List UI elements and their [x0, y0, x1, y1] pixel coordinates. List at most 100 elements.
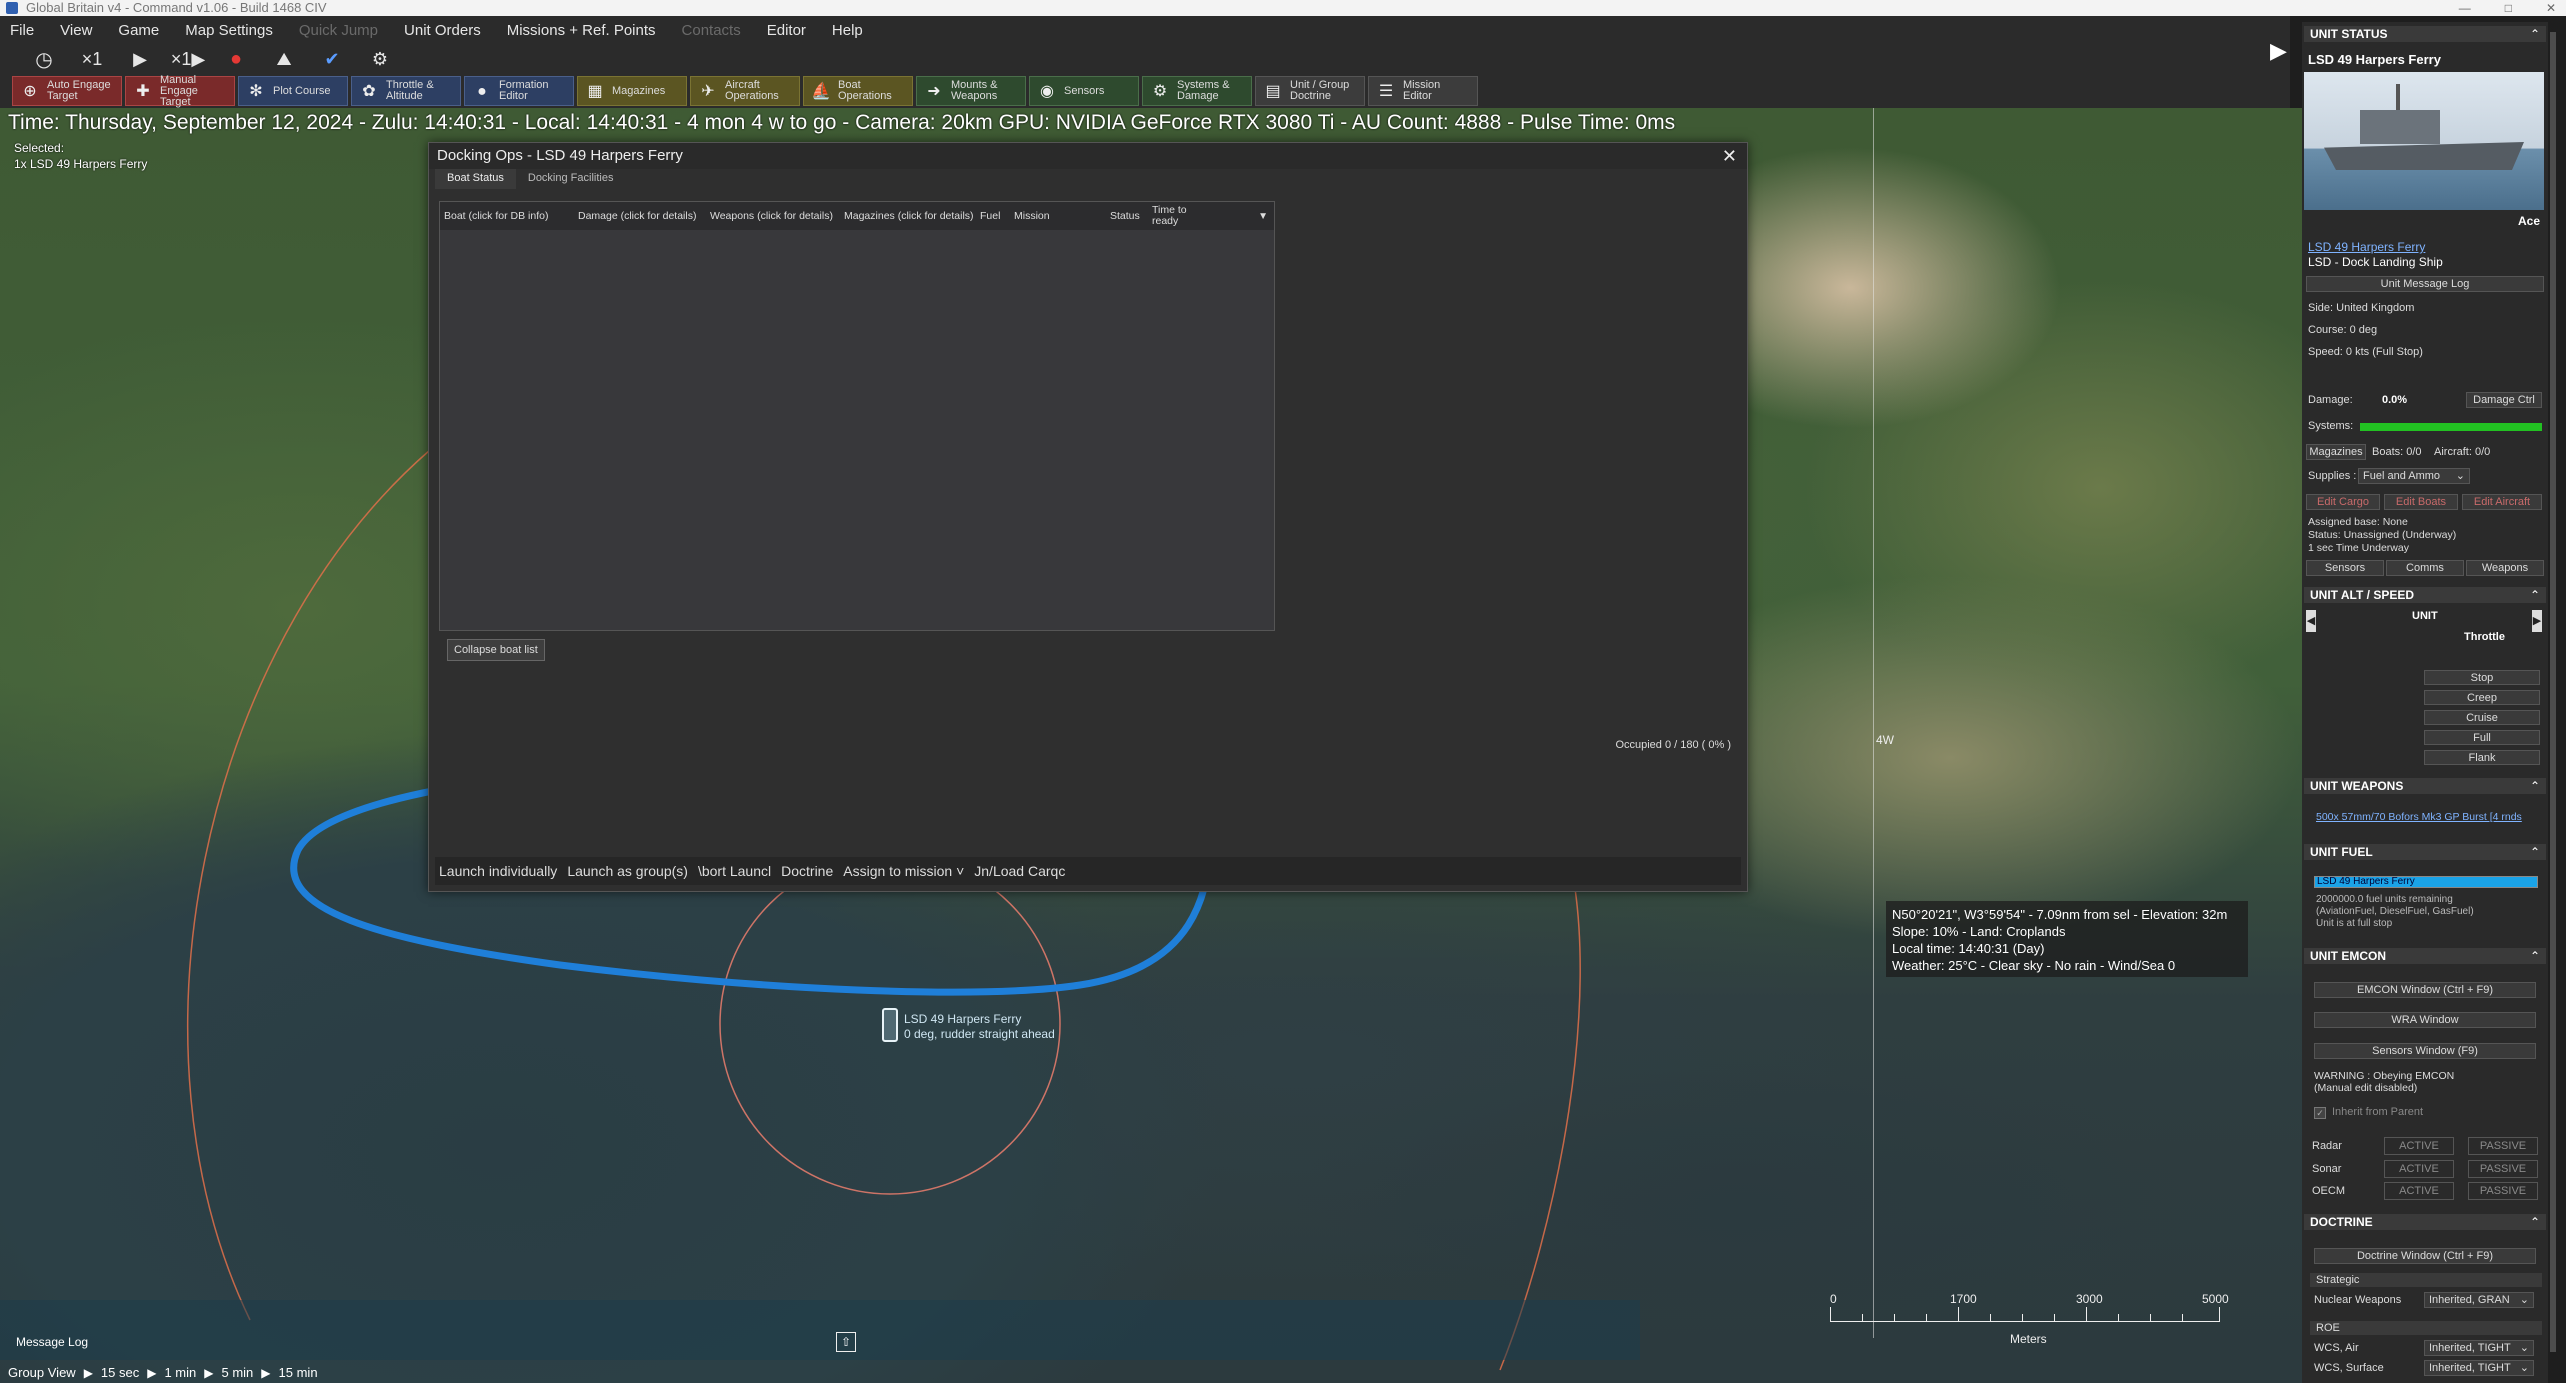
abort-launch-button[interactable]: \bort Launcl	[698, 863, 771, 879]
edit-boats-button[interactable]: Edit Boats	[2384, 494, 2458, 510]
interval-15sec[interactable]: 15 sec	[101, 1365, 139, 1380]
weapon-link[interactable]: 500x 57mm/70 Bofors Mk3 GP Burst [4 rnds	[2316, 811, 2542, 823]
plot-course-button[interactable]: ✻ Plot Course	[238, 76, 348, 106]
play-icon[interactable]: ▶	[120, 47, 160, 71]
menu-unit-orders[interactable]: Unit Orders	[404, 22, 481, 39]
boat-operations-button[interactable]: ⛵ Boat Operations	[803, 76, 913, 106]
unit-message-log-button[interactable]: Unit Message Log	[2306, 276, 2544, 292]
time-compression-up[interactable]: ×1 ▶	[168, 47, 208, 71]
maximize-icon[interactable]: □	[2505, 0, 2512, 16]
wra-window-button[interactable]: WRA Window	[2314, 1012, 2536, 1028]
menu-help[interactable]: Help	[832, 22, 863, 39]
edit-cargo-button[interactable]: Edit Cargo	[2306, 494, 2380, 510]
col-mission[interactable]: Mission	[1014, 210, 1110, 222]
scroll-thumb[interactable]	[2550, 32, 2556, 1352]
doctrine-window-button[interactable]: Doctrine Window (Ctrl + F9)	[2314, 1248, 2536, 1264]
collapse-icon[interactable]: ⌃	[2530, 1214, 2540, 1230]
unit-status-header[interactable]: UNIT STATUS ⌃	[2304, 26, 2546, 42]
unit-emcon-header[interactable]: UNIT EMCON ⌃	[2304, 948, 2546, 964]
throttle-stop-button[interactable]: Stop	[2424, 670, 2540, 685]
wcs-air-select[interactable]: Inherited, TIGHT ⌄	[2424, 1340, 2534, 1356]
launch-individually-button[interactable]: Launch individually	[439, 863, 557, 879]
clock-icon[interactable]: ◷	[24, 47, 64, 71]
group-view-label[interactable]: Group View	[8, 1365, 76, 1380]
collapse-boat-list-button[interactable]: Collapse boat list	[447, 639, 545, 661]
tab-boat-status[interactable]: Boat Status	[435, 169, 516, 189]
assign-mission-button[interactable]: Assign to mission ˅	[843, 863, 964, 879]
nuclear-select[interactable]: Inherited, GRAN ⌄	[2424, 1292, 2534, 1308]
magazines-button[interactable]: ▦ Magazines	[577, 76, 687, 106]
menu-view[interactable]: View	[60, 22, 92, 39]
collapse-icon[interactable]: ⌃	[2530, 844, 2540, 860]
play-interval-icon[interactable]: ▶	[261, 1366, 270, 1380]
col-damage[interactable]: Damage (click for details)	[578, 210, 710, 222]
emcon-window-button[interactable]: EMCON Window (Ctrl + F9)	[2314, 982, 2536, 998]
close-window-icon[interactable]: ✕	[2546, 0, 2556, 16]
boats-count[interactable]: Boats: 0/0	[2372, 446, 2422, 458]
wrench-icon[interactable]: ✔	[312, 47, 352, 71]
aircraft-operations-button[interactable]: ✈ Aircraft Operations	[690, 76, 800, 106]
throttle-altitude-button[interactable]: ✿ Throttle & Altitude	[351, 76, 461, 106]
unit-db-link[interactable]: LSD 49 Harpers Ferry	[2308, 240, 2425, 254]
menu-file[interactable]: File	[10, 22, 34, 39]
collapse-icon[interactable]: ⌃	[2530, 26, 2540, 42]
message-log-label[interactable]: Message Log	[16, 1335, 88, 1349]
interval-5min[interactable]: 5 min	[222, 1365, 254, 1380]
interval-1min[interactable]: 1 min	[164, 1365, 196, 1380]
minimize-icon[interactable]: —	[2459, 0, 2471, 16]
unit-fuel-header[interactable]: UNIT FUEL ⌃	[2304, 844, 2546, 860]
throttle-full-button[interactable]: Full	[2424, 730, 2540, 745]
sensors-button[interactable]: ◉ Sensors	[1029, 76, 1139, 106]
formation-editor-button[interactable]: ● Formation Editor	[464, 76, 574, 106]
boat-table[interactable]: Boat (click for DB info) Damage (click f…	[439, 201, 1275, 631]
auto-engage-button[interactable]: ⊕ Auto Engage Target	[12, 76, 122, 106]
menu-editor[interactable]: Editor	[767, 22, 806, 39]
sensors-window-button[interactable]: Sensors Window (F9)	[2314, 1043, 2536, 1059]
load-cargo-button[interactable]: Jn/Load Carqc	[974, 863, 1065, 879]
manual-engage-button[interactable]: ✚ Manual Engage Target	[125, 74, 235, 107]
unit-ship-icon[interactable]	[882, 1008, 898, 1042]
col-weapons[interactable]: Weapons (click for details)	[710, 210, 844, 222]
alt-speed-header[interactable]: UNIT ALT / SPEED ⌃	[2304, 587, 2546, 603]
col-magazines[interactable]: Magazines (click for details)	[844, 210, 980, 222]
close-icon[interactable]: ✕	[1722, 143, 1737, 169]
col-status[interactable]: Status	[1110, 210, 1152, 222]
col-time-to-ready[interactable]: Time to ready	[1152, 205, 1202, 227]
tab-sensors-panel[interactable]: Sensors	[2306, 560, 2384, 576]
unit-weapons-header[interactable]: UNIT WEAPONS ⌃	[2304, 778, 2546, 794]
menu-map-settings[interactable]: Map Settings	[185, 22, 273, 39]
alt-scroll-right-icon[interactable]: ▶	[2532, 610, 2542, 632]
sonar-passive-button[interactable]: PASSIVE	[2468, 1160, 2538, 1178]
throttle-flank-button[interactable]: Flank	[2424, 750, 2540, 765]
magazines-panel-button[interactable]: Magazines	[2306, 444, 2366, 460]
collapse-icon[interactable]: ⌃	[2530, 778, 2540, 794]
tab-docking-facilities[interactable]: Docking Facilities	[516, 169, 626, 189]
sort-arrow-icon[interactable]: ▼	[1258, 211, 1268, 222]
systems-damage-button[interactable]: ⚙ Systems & Damage	[1142, 76, 1252, 106]
panel-toggle-icon[interactable]: ▶	[2270, 38, 2290, 68]
oecm-passive-button[interactable]: PASSIVE	[2468, 1182, 2538, 1200]
time-compression-down[interactable]: ×1	[72, 47, 112, 71]
mission-editor-button[interactable]: ☰ Mission Editor	[1368, 76, 1478, 106]
collapse-icon[interactable]: ⌃	[2530, 587, 2540, 603]
radar-passive-button[interactable]: PASSIVE	[2468, 1137, 2538, 1155]
throttle-cruise-button[interactable]: Cruise	[2424, 710, 2540, 725]
tab-comms-panel[interactable]: Comms	[2386, 560, 2464, 576]
doctrine-header[interactable]: DOCTRINE ⌃	[2304, 1214, 2546, 1230]
menu-game[interactable]: Game	[118, 22, 159, 39]
ship-icon[interactable]: ⛰	[264, 47, 304, 71]
play-interval-icon[interactable]: ▶	[204, 1366, 213, 1380]
panel-scrollbar[interactable]	[2548, 22, 2558, 1383]
play-interval-icon[interactable]: ▶	[147, 1366, 156, 1380]
supplies-select[interactable]: Fuel and Ammo ⌄	[2358, 468, 2470, 484]
interval-15min[interactable]: 15 min	[279, 1365, 318, 1380]
col-boat[interactable]: Boat (click for DB info)	[444, 210, 578, 222]
alt-scroll-left-icon[interactable]: ◀	[2306, 610, 2316, 632]
edit-aircraft-button[interactable]: Edit Aircraft	[2462, 494, 2542, 510]
collapse-icon[interactable]: ⌃	[2530, 948, 2540, 964]
mounts-weapons-button[interactable]: ➜ Mounts & Weapons	[916, 76, 1026, 106]
gear-icon[interactable]: ⚙	[360, 47, 400, 71]
play-interval-icon[interactable]: ▶	[84, 1366, 93, 1380]
launch-group-button[interactable]: Launch as group(s)	[567, 863, 688, 879]
throttle-creep-button[interactable]: Creep	[2424, 690, 2540, 705]
